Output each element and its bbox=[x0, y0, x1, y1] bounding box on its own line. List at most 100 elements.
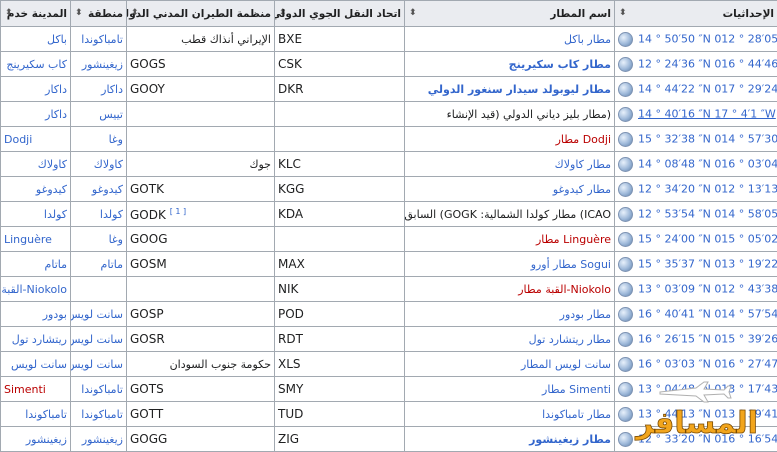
coord-cell[interactable]: 12 ° 33′20 ″N 016 ° 16′54 ″W bbox=[615, 427, 777, 452]
globe-icon[interactable] bbox=[618, 257, 633, 272]
coord-cell[interactable]: 16 ° 40′41 ″N 014 ° 57′54 ″W bbox=[615, 302, 777, 327]
globe-icon[interactable] bbox=[618, 432, 633, 447]
city-link[interactable]: زيغينشور bbox=[1, 427, 71, 452]
airport-link[interactable]: مطار كاولاك bbox=[405, 152, 615, 177]
region-link[interactable]: زيغينشور bbox=[71, 427, 127, 452]
city-link[interactable]: كيدوغو bbox=[1, 177, 71, 202]
region-link[interactable] bbox=[71, 277, 127, 302]
coord-link[interactable]: 13 ° 44′13 ″N 013 ° 39′41 ″W bbox=[638, 407, 777, 420]
region-link[interactable]: وغا bbox=[71, 227, 127, 252]
region-link[interactable]: تييس bbox=[71, 102, 127, 127]
sort-icon[interactable]: ⬍ bbox=[75, 8, 83, 18]
region-link[interactable]: تامباكوندا bbox=[71, 402, 127, 427]
sort-icon[interactable]: ⬍ bbox=[409, 8, 417, 18]
region-link[interactable]: زيغينشور bbox=[71, 52, 127, 77]
airport-link[interactable]: Sogui مطار أورو bbox=[405, 252, 615, 277]
city-link[interactable]: Linguère bbox=[1, 227, 71, 252]
region-link[interactable]: وغا bbox=[71, 127, 127, 152]
city-link[interactable]: بودور bbox=[1, 302, 71, 327]
header-city[interactable]: ⬍المدينة خدم bbox=[1, 1, 71, 27]
city-link[interactable]: ريتشارد تول bbox=[1, 327, 71, 352]
city-link[interactable]: Simenti bbox=[1, 377, 71, 402]
globe-icon[interactable] bbox=[618, 157, 633, 172]
coord-link[interactable]: 13 ° 03′09 ″N 012 ° 43′38 ″W bbox=[638, 282, 777, 295]
globe-icon[interactable] bbox=[618, 57, 633, 72]
city-link[interactable]: باكل bbox=[1, 27, 71, 52]
airport-link[interactable]: مطار ليوبولد سيدار سنغور الدولي bbox=[405, 77, 615, 102]
coord-cell[interactable]: 15 ° 32′38 ″N 014 ° 57′30 ″W bbox=[615, 127, 777, 152]
coord-cell[interactable]: 14 ° 08′48 ″N 016 ° 03′04 ″W bbox=[615, 152, 777, 177]
city-link[interactable]: Niokolo-القبة bbox=[1, 277, 71, 302]
coord-cell[interactable]: 12 ° 34′20 ″N 012 ° 13′13 ″W bbox=[615, 177, 777, 202]
coord-link[interactable]: 16 ° 40′41 ″N 014 ° 57′54 ″W bbox=[638, 307, 777, 320]
region-link[interactable]: كولدا bbox=[71, 202, 127, 227]
coord-link[interactable]: 12 ° 33′20 ″N 016 ° 16′54 ″W bbox=[638, 432, 777, 445]
globe-icon[interactable] bbox=[618, 182, 633, 197]
airport-link[interactable]: مطار ريتشارد تول bbox=[405, 327, 615, 352]
airport-link[interactable]: Niokolo-القبة مطار bbox=[405, 277, 615, 302]
coord-cell[interactable]: 12 ° 24′36 ″N 016 ° 44′46 ″W bbox=[615, 52, 777, 77]
reference-link[interactable]: [ 1 ] bbox=[170, 207, 186, 216]
city-link[interactable]: داكار bbox=[1, 102, 71, 127]
globe-icon[interactable] bbox=[618, 307, 633, 322]
header-iata[interactable]: ⬍اتحاد النقل الجوي الدولي bbox=[275, 1, 405, 27]
airport-link[interactable]: مطار بودور bbox=[405, 302, 615, 327]
region-link[interactable]: سانت لويس bbox=[71, 327, 127, 352]
globe-icon[interactable] bbox=[618, 207, 633, 222]
city-link[interactable]: كاولاك bbox=[1, 152, 71, 177]
city-link[interactable]: Dodji bbox=[1, 127, 71, 152]
airport-link[interactable]: مطار كيدوغو bbox=[405, 177, 615, 202]
globe-icon[interactable] bbox=[618, 282, 633, 297]
region-link[interactable]: كيدوغو bbox=[71, 177, 127, 202]
coord-link[interactable]: 15 ° 32′38 ″N 014 ° 57′30 ″W bbox=[638, 132, 777, 145]
globe-icon[interactable] bbox=[618, 332, 633, 347]
airport-link[interactable]: Dodji مطار bbox=[405, 127, 615, 152]
region-link[interactable]: سانت لويس bbox=[71, 302, 127, 327]
airport-link[interactable]: مطار كاب سكيرينج bbox=[405, 52, 615, 77]
coord-cell[interactable]: 15 ° 35′37 ″N 013 ° 19′22 ″W bbox=[615, 252, 777, 277]
globe-icon[interactable] bbox=[618, 82, 633, 97]
coord-link[interactable]: 14 ° 40′16 ″N 17 ° 4′1 ″W bbox=[638, 107, 776, 120]
region-link[interactable]: سانت لويس bbox=[71, 352, 127, 377]
airport-link[interactable]: مطار تامباكوندا bbox=[405, 402, 615, 427]
coord-cell[interactable]: 13 ° 44′13 ″N 013 ° 39′41 ″W bbox=[615, 402, 777, 427]
coord-link[interactable]: 14 ° 08′48 ″N 016 ° 03′04 ″W bbox=[638, 157, 777, 170]
city-link[interactable]: كولدا bbox=[1, 202, 71, 227]
region-link[interactable]: تامباكوندا bbox=[71, 377, 127, 402]
coord-cell[interactable]: 13 ° 03′09 ″N 012 ° 43′38 ″W bbox=[615, 277, 777, 302]
coord-link[interactable]: 12 ° 34′20 ″N 012 ° 13′13 ″W bbox=[638, 182, 777, 195]
sort-icon[interactable]: ⬍ bbox=[619, 8, 627, 18]
globe-icon[interactable] bbox=[618, 357, 633, 372]
coord-link[interactable]: 12 ° 53′54 ″N 014 ° 58′05 ″W bbox=[638, 207, 777, 220]
city-link[interactable]: سانت لويس bbox=[1, 352, 71, 377]
globe-icon[interactable] bbox=[618, 407, 633, 422]
header-coords[interactable]: ⬍الإحداثيات bbox=[615, 1, 777, 27]
coord-cell[interactable]: 14 ° 50′50 ″N 012 ° 28′05 ″W bbox=[615, 27, 777, 52]
coord-cell[interactable]: 14 ° 40′16 ″N 17 ° 4′1 ″W bbox=[615, 102, 777, 127]
coord-link[interactable]: 12 ° 24′36 ″N 016 ° 44′46 ″W bbox=[638, 57, 777, 70]
header-region[interactable]: ⬍منطقة bbox=[71, 1, 127, 27]
coord-link[interactable]: 14 ° 44′22 ″N 017 ° 29′24 ″W bbox=[638, 82, 777, 95]
airport-link[interactable]: Linguère مطار bbox=[405, 227, 615, 252]
coord-cell[interactable]: 16 ° 03′03 ″N 016 ° 27′47 ″W bbox=[615, 352, 777, 377]
airport-link[interactable]: Simenti مطار bbox=[405, 377, 615, 402]
coord-cell[interactable]: 16 ° 26′15 ″N 015 ° 39′26 ″W bbox=[615, 327, 777, 352]
header-airport[interactable]: ⬍اسم المطار bbox=[405, 1, 615, 27]
region-link[interactable]: تامباكوندا bbox=[71, 27, 127, 52]
coord-link[interactable]: 16 ° 26′15 ″N 015 ° 39′26 ″W bbox=[638, 332, 777, 345]
globe-icon[interactable] bbox=[618, 132, 633, 147]
airport-link[interactable]: مطار زيغينشور bbox=[405, 427, 615, 452]
coord-cell[interactable]: 12 ° 53′54 ″N 014 ° 58′05 ″W bbox=[615, 202, 777, 227]
region-link[interactable]: ماتام bbox=[71, 252, 127, 277]
city-link[interactable]: ماتام bbox=[1, 252, 71, 277]
airport-link[interactable]: مطار باكل bbox=[405, 27, 615, 52]
coord-link[interactable]: 15 ° 24′00 ″N 015 ° 05′02 ″W bbox=[638, 232, 777, 245]
city-link[interactable]: تامباكوندا bbox=[1, 402, 71, 427]
coord-cell[interactable]: 15 ° 24′00 ″N 015 ° 05′02 ″W bbox=[615, 227, 777, 252]
header-icao[interactable]: ⬍منظمة الطيران المدني الدولي bbox=[127, 1, 275, 27]
coord-link[interactable]: 16 ° 03′03 ″N 016 ° 27′47 ″W bbox=[638, 357, 777, 370]
coord-link[interactable]: 13 ° 04′48 ″N 013 ° 17′43 ″W bbox=[638, 382, 777, 395]
globe-icon[interactable] bbox=[618, 32, 633, 47]
globe-icon[interactable] bbox=[618, 107, 633, 122]
coord-link[interactable]: 15 ° 35′37 ″N 013 ° 19′22 ″W bbox=[638, 257, 777, 270]
